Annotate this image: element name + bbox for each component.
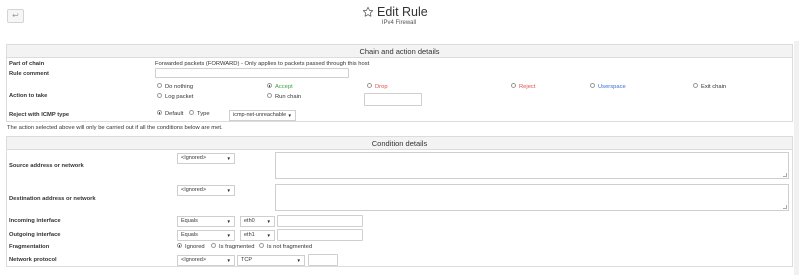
incoming-iface-select[interactable]: eth0 ▼ — [240, 216, 275, 227]
incoming-label: Incoming interface — [9, 218, 61, 224]
chevron-down-icon: ▼ — [266, 233, 271, 238]
resize-handle[interactable] — [783, 173, 787, 177]
frag-not-fragmented-option[interactable]: Is not fragmented — [259, 243, 312, 250]
radio-log-packet[interactable] — [157, 93, 162, 99]
source-select[interactable]: <Ignored> ▼ — [177, 153, 235, 164]
action-do-nothing[interactable]: Do nothing — [157, 83, 193, 90]
protocol-mode-select[interactable]: <Ignored> ▼ — [177, 255, 235, 266]
rule-comment-label: Rule comment — [9, 71, 49, 77]
radio-frag-is-fragmented[interactable] — [211, 243, 216, 249]
frag-ignored-option[interactable]: Ignored — [177, 243, 205, 250]
radio-icmp-default[interactable] — [157, 110, 162, 116]
action-label: Action to take — [9, 93, 48, 99]
icmp-default-option[interactable]: Default — [157, 110, 183, 117]
conditions-note: The action selected above will only be c… — [7, 125, 223, 131]
action-run-chain[interactable]: Run chain — [267, 93, 301, 100]
icmp-type-option[interactable]: Type — [189, 110, 210, 117]
action-log-packet[interactable]: Log packet — [157, 93, 193, 100]
radio-frag-ignored[interactable] — [177, 243, 182, 249]
chevron-down-icon: ▼ — [266, 219, 271, 224]
chevron-down-icon: ▼ — [296, 258, 301, 263]
back-button[interactable]: ↩ — [7, 9, 24, 23]
destination-select[interactable]: <Ignored> ▼ — [177, 185, 235, 196]
outgoing-other-input[interactable] — [277, 229, 363, 241]
chevron-down-icon: ▼ — [287, 113, 292, 118]
outgoing-label: Outgoing interface — [9, 232, 61, 238]
action-reject[interactable]: Reject — [511, 83, 535, 90]
icmp-type-select[interactable]: icmp-net-unreachable ▼ — [229, 110, 296, 121]
chain-action-card: Chain and action details — [6, 44, 793, 122]
protocol-other-input[interactable] — [308, 254, 338, 266]
outgoing-mode-select[interactable]: Equals ▼ — [177, 230, 235, 241]
radio-icmp-type[interactable] — [189, 110, 194, 116]
part-of-chain-value: Forwarded packets (FORWARD) - Only appli… — [155, 61, 370, 67]
fragmentation-label: Fragmentation — [9, 244, 50, 250]
arrow-left-icon: ↩ — [12, 11, 19, 20]
condition-heading: Condition details — [7, 137, 792, 150]
destination-label: Destination address or network — [9, 196, 96, 202]
resize-handle[interactable] — [783, 205, 787, 209]
icmp-label: Reject with ICMP type — [9, 112, 70, 118]
incoming-other-input[interactable] — [277, 215, 363, 227]
radio-userspace[interactable] — [590, 83, 595, 89]
action-exit-chain[interactable]: Exit chain — [693, 83, 726, 90]
star-icon[interactable] — [362, 6, 374, 18]
chevron-down-icon: ▼ — [226, 233, 231, 238]
run-chain-input[interactable] — [364, 93, 422, 106]
page-subtitle: IPv4 Firewall — [381, 20, 417, 26]
incoming-mode-select[interactable]: Equals ▼ — [177, 216, 235, 227]
page-title: Edit Rule — [377, 5, 428, 19]
action-drop[interactable]: Drop — [367, 83, 388, 90]
scrollbar[interactable] — [794, 41, 799, 275]
radio-accept[interactable] — [267, 83, 272, 89]
protocol-label: Network protocol — [9, 257, 57, 263]
radio-reject[interactable] — [511, 83, 516, 89]
destination-text[interactable] — [275, 184, 789, 211]
chain-action-heading: Chain and action details — [7, 45, 792, 58]
frag-is-fragmented-option[interactable]: Is fragmented — [211, 243, 254, 250]
action-userspace[interactable]: Userspace — [590, 83, 626, 90]
chevron-down-icon: ▼ — [226, 156, 231, 161]
part-of-chain-label: Part of chain — [9, 61, 45, 67]
radio-frag-not-fragmented[interactable] — [259, 243, 264, 249]
radio-do-nothing[interactable] — [157, 83, 162, 89]
source-label: Source address or network — [9, 163, 84, 169]
chevron-down-icon: ▼ — [226, 188, 231, 193]
action-accept[interactable]: Accept — [267, 83, 293, 90]
chevron-down-icon: ▼ — [226, 219, 231, 224]
protocol-value-select[interactable]: TCP ▼ — [237, 255, 305, 266]
radio-drop[interactable] — [367, 83, 372, 89]
radio-exit-chain[interactable] — [693, 83, 698, 89]
outgoing-iface-select[interactable]: eth1 ▼ — [240, 230, 275, 241]
radio-run-chain[interactable] — [267, 93, 272, 99]
source-text[interactable] — [275, 152, 789, 179]
chevron-down-icon: ▼ — [226, 258, 231, 263]
rule-comment-input[interactable] — [155, 68, 349, 78]
